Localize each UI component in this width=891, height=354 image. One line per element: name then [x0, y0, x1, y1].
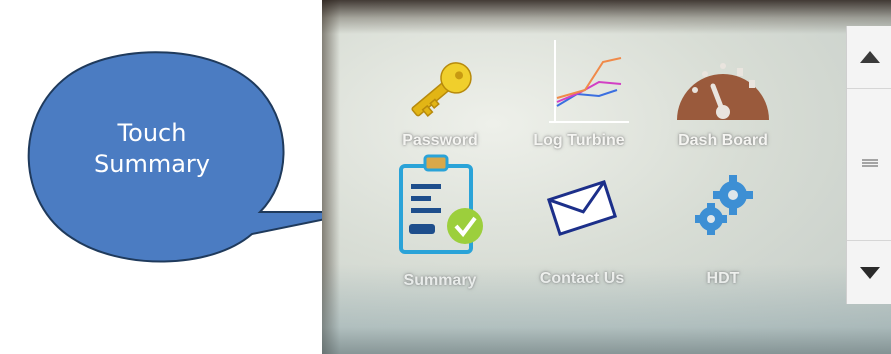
vertical-scrollbar[interactable]	[846, 26, 891, 304]
clipboard-check-icon	[365, 154, 515, 254]
line-chart-icon	[504, 38, 654, 130]
callout-line-1: Touch	[117, 119, 187, 147]
tile-label: Log Turbine	[533, 132, 625, 149]
triangle-up-icon	[859, 51, 880, 63]
callout-text: Touch Summary	[62, 118, 242, 180]
callout-line-2: Summary	[94, 150, 210, 178]
log-turbine-tile[interactable]: Log Turbine	[504, 38, 654, 158]
tile-label: Contact Us	[539, 270, 625, 287]
hdt-tile[interactable]: HDT	[648, 162, 798, 287]
gears-icon	[648, 162, 798, 254]
tile-label: HDT	[706, 270, 740, 287]
tile-label: Password	[402, 132, 478, 149]
gauge-icon	[648, 38, 798, 130]
touch-screen: Password Log Turbine Dash Board Summary …	[322, 0, 891, 354]
password-tile[interactable]: Password	[365, 38, 515, 158]
summary-tile[interactable]: Summary	[365, 154, 515, 289]
tile-label: Summary	[403, 272, 477, 289]
envelope-icon	[507, 162, 657, 254]
dash-board-tile[interactable]: Dash Board	[648, 38, 798, 158]
grip-lines-icon	[861, 159, 878, 167]
scroll-up-button[interactable]	[847, 26, 891, 89]
triangle-down-icon	[859, 267, 880, 279]
key-icon	[365, 38, 515, 130]
tile-label: Dash Board	[678, 132, 768, 149]
scroll-thumb[interactable]	[847, 88, 891, 238]
contact-us-tile[interactable]: Contact Us	[507, 162, 657, 287]
scroll-down-button[interactable]	[847, 240, 891, 305]
